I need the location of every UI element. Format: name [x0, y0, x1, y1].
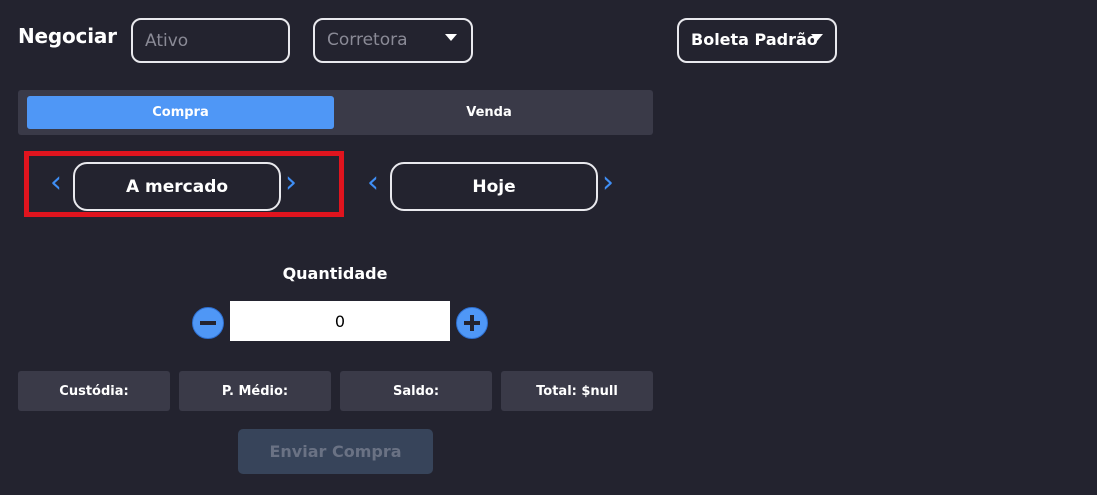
boleta-label: Boleta Padrão [691, 30, 818, 49]
chevron-right-icon[interactable]: › [285, 168, 297, 198]
trade-panel: Negociar Corretora Boleta Padrão Compra … [0, 0, 1097, 495]
enviar-compra-button[interactable]: Enviar Compra [238, 429, 433, 474]
caret-down-icon [811, 34, 823, 41]
boleta-dropdown[interactable]: Boleta Padrão [677, 18, 837, 63]
chevron-left-icon[interactable]: ‹ [367, 168, 379, 198]
preco-medio-stat: P. Médio: [179, 371, 331, 411]
tab-compra[interactable]: Compra [27, 96, 334, 129]
validity-selector[interactable]: Hoje [390, 162, 598, 211]
decrease-quantity-button[interactable] [192, 307, 224, 339]
caret-down-icon [445, 34, 457, 41]
page-title: Negociar [18, 24, 117, 48]
increase-quantity-button[interactable] [456, 307, 488, 339]
order-side-tabs: Compra Venda [18, 90, 653, 135]
total-stat: Total: $null [501, 371, 653, 411]
quantity-input[interactable] [230, 301, 450, 341]
ativo-input[interactable] [131, 18, 290, 63]
chevron-right-icon[interactable]: › [602, 168, 614, 198]
custodia-stat: Custódia: [18, 371, 170, 411]
order-type-selector[interactable]: A mercado [73, 162, 281, 211]
saldo-stat: Saldo: [340, 371, 492, 411]
plus-icon [464, 315, 480, 331]
quantity-label: Quantidade [282, 264, 388, 283]
minus-icon [200, 321, 216, 325]
tab-venda[interactable]: Venda [334, 96, 644, 129]
chevron-left-icon[interactable]: ‹ [50, 168, 62, 198]
corretora-label: Corretora [327, 30, 408, 50]
corretora-dropdown[interactable]: Corretora [313, 18, 473, 63]
